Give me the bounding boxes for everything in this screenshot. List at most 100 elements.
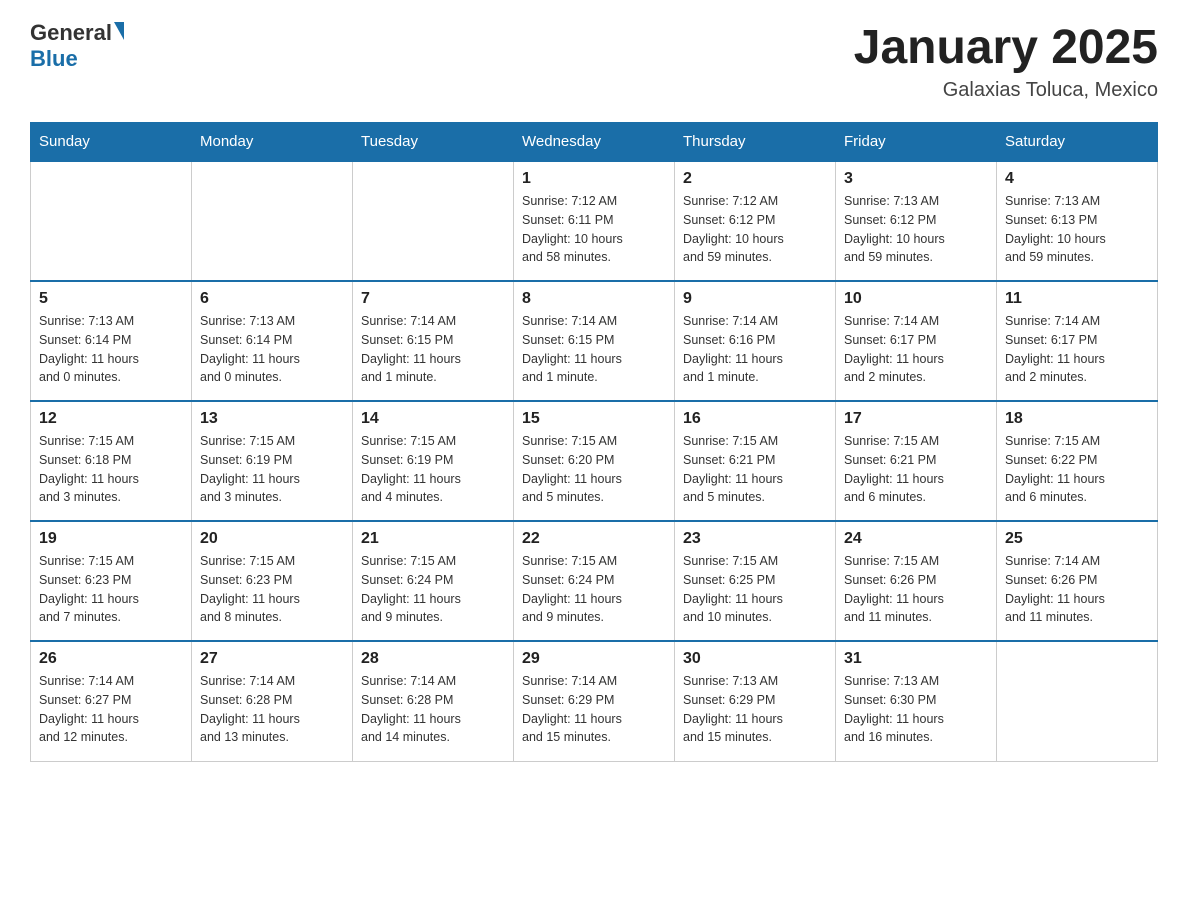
day-number: 8	[522, 290, 666, 308]
calendar-day-cell: 28Sunrise: 7:14 AM Sunset: 6:28 PM Dayli…	[353, 641, 514, 761]
calendar-day-cell: 14 Sunrise: 7:15 AM Sunset: 6:19 PM Dayli…	[353, 401, 514, 521]
month-title: January 2025	[854, 20, 1158, 75]
day-number: 26	[39, 650, 183, 668]
day-info: Sunrise: 7:14 AM Sunset: 6:15 PM Dayligh…	[361, 312, 505, 387]
day-number: 18	[1005, 410, 1149, 428]
day-number: 20	[200, 530, 344, 548]
weekday-header-tuesday: Tuesday	[353, 123, 514, 162]
day-number: 14	[361, 410, 505, 428]
weekday-header-wednesday: Wednesday	[514, 123, 675, 162]
calendar-day-cell	[997, 641, 1158, 761]
calendar-day-cell: 18 Sunrise: 7:15 AM Sunset: 6:22 PM Dayli…	[997, 401, 1158, 521]
day-number: 28	[361, 650, 505, 668]
day-info: Sunrise: 7:12 AM Sunset: 6:11 PM Dayligh…	[522, 192, 666, 267]
calendar-day-cell: 15 Sunrise: 7:15 AM Sunset: 6:20 PM Dayli…	[514, 401, 675, 521]
day-info: Sunrise: 7:14 AM Sunset: 6:17 PM Dayligh…	[844, 312, 988, 387]
day-info: Sunrise: 7:13 AM Sunset: 6:14 PM Dayligh…	[39, 312, 183, 387]
day-info: Sunrise: 7:14 AM Sunset: 6:28 PM Dayligh…	[200, 672, 344, 747]
day-info: Sunrise: 7:14 AM Sunset: 6:16 PM Dayligh…	[683, 312, 827, 387]
day-number: 31	[844, 650, 988, 668]
day-number: 9	[683, 290, 827, 308]
day-number: 5	[39, 290, 183, 308]
day-info: Sunrise: 7:15 AM Sunset: 6:19 PM Dayligh…	[200, 432, 344, 507]
day-info: Sunrise: 7:14 AM Sunset: 6:17 PM Dayligh…	[1005, 312, 1149, 387]
day-info: Sunrise: 7:13 AM Sunset: 6:13 PM Dayligh…	[1005, 192, 1149, 267]
calendar-day-cell: 31 Sunrise: 7:13 AM Sunset: 6:30 PM Dayli…	[836, 641, 997, 761]
calendar-day-cell: 19Sunrise: 7:15 AM Sunset: 6:23 PM Dayli…	[31, 521, 192, 641]
logo-blue-text: Blue	[30, 46, 78, 72]
day-number: 6	[200, 290, 344, 308]
calendar-day-cell: 17 Sunrise: 7:15 AM Sunset: 6:21 PM Dayli…	[836, 401, 997, 521]
day-number: 17	[844, 410, 988, 428]
calendar-day-cell: 2 Sunrise: 7:12 AM Sunset: 6:12 PM Daylig…	[675, 161, 836, 281]
day-info: Sunrise: 7:15 AM Sunset: 6:21 PM Dayligh…	[844, 432, 988, 507]
day-number: 2	[683, 170, 827, 188]
day-info: Sunrise: 7:13 AM Sunset: 6:14 PM Dayligh…	[200, 312, 344, 387]
day-info: Sunrise: 7:15 AM Sunset: 6:21 PM Dayligh…	[683, 432, 827, 507]
calendar-day-cell	[192, 161, 353, 281]
day-number: 24	[844, 530, 988, 548]
day-number: 3	[844, 170, 988, 188]
calendar-day-cell: 7 Sunrise: 7:14 AM Sunset: 6:15 PM Daylig…	[353, 281, 514, 401]
day-info: Sunrise: 7:14 AM Sunset: 6:27 PM Dayligh…	[39, 672, 183, 747]
calendar-day-cell: 24 Sunrise: 7:15 AM Sunset: 6:26 PM Dayli…	[836, 521, 997, 641]
day-info: Sunrise: 7:15 AM Sunset: 6:26 PM Dayligh…	[844, 552, 988, 627]
logo-triangle-icon	[114, 22, 124, 40]
day-number: 7	[361, 290, 505, 308]
day-info: Sunrise: 7:15 AM Sunset: 6:19 PM Dayligh…	[361, 432, 505, 507]
day-number: 25	[1005, 530, 1149, 548]
calendar-week-row: 12 Sunrise: 7:15 AM Sunset: 6:18 PM Dayli…	[31, 401, 1158, 521]
calendar-day-cell: 16 Sunrise: 7:15 AM Sunset: 6:21 PM Dayli…	[675, 401, 836, 521]
logo-general-text: General	[30, 20, 112, 46]
day-number: 10	[844, 290, 988, 308]
day-number: 27	[200, 650, 344, 668]
day-number: 11	[1005, 290, 1149, 308]
calendar-table: SundayMondayTuesdayWednesdayThursdayFrid…	[30, 122, 1158, 762]
day-info: Sunrise: 7:15 AM Sunset: 6:18 PM Dayligh…	[39, 432, 183, 507]
calendar-day-cell: 29Sunrise: 7:14 AM Sunset: 6:29 PM Dayli…	[514, 641, 675, 761]
day-number: 21	[361, 530, 505, 548]
day-info: Sunrise: 7:14 AM Sunset: 6:26 PM Dayligh…	[1005, 552, 1149, 627]
weekday-header-sunday: Sunday	[31, 123, 192, 162]
calendar-day-cell: 9 Sunrise: 7:14 AM Sunset: 6:16 PM Daylig…	[675, 281, 836, 401]
page-header: General Blue January 2025 Galaxias Toluc…	[30, 20, 1158, 102]
location-text: Galaxias Toluca, Mexico	[854, 79, 1158, 102]
day-info: Sunrise: 7:14 AM Sunset: 6:15 PM Dayligh…	[522, 312, 666, 387]
calendar-day-cell: 13Sunrise: 7:15 AM Sunset: 6:19 PM Dayli…	[192, 401, 353, 521]
day-number: 15	[522, 410, 666, 428]
day-info: Sunrise: 7:12 AM Sunset: 6:12 PM Dayligh…	[683, 192, 827, 267]
day-number: 4	[1005, 170, 1149, 188]
day-number: 16	[683, 410, 827, 428]
day-number: 22	[522, 530, 666, 548]
title-section: January 2025 Galaxias Toluca, Mexico	[854, 20, 1158, 102]
calendar-day-cell: 23 Sunrise: 7:15 AM Sunset: 6:25 PM Dayli…	[675, 521, 836, 641]
day-info: Sunrise: 7:15 AM Sunset: 6:25 PM Dayligh…	[683, 552, 827, 627]
calendar-day-cell: 4 Sunrise: 7:13 AM Sunset: 6:13 PM Daylig…	[997, 161, 1158, 281]
calendar-day-cell: 20 Sunrise: 7:15 AM Sunset: 6:23 PM Dayli…	[192, 521, 353, 641]
day-number: 12	[39, 410, 183, 428]
day-number: 19	[39, 530, 183, 548]
day-number: 23	[683, 530, 827, 548]
weekday-header-saturday: Saturday	[997, 123, 1158, 162]
weekday-header-thursday: Thursday	[675, 123, 836, 162]
calendar-day-cell	[31, 161, 192, 281]
weekday-header-friday: Friday	[836, 123, 997, 162]
calendar-day-cell: 30Sunrise: 7:13 AM Sunset: 6:29 PM Dayli…	[675, 641, 836, 761]
calendar-day-cell: 3 Sunrise: 7:13 AM Sunset: 6:12 PM Daylig…	[836, 161, 997, 281]
calendar-day-cell: 12 Sunrise: 7:15 AM Sunset: 6:18 PM Dayli…	[31, 401, 192, 521]
day-info: Sunrise: 7:15 AM Sunset: 6:22 PM Dayligh…	[1005, 432, 1149, 507]
calendar-header-row: SundayMondayTuesdayWednesdayThursdayFrid…	[31, 123, 1158, 162]
day-info: Sunrise: 7:13 AM Sunset: 6:12 PM Dayligh…	[844, 192, 988, 267]
calendar-week-row: 1Sunrise: 7:12 AM Sunset: 6:11 PM Daylig…	[31, 161, 1158, 281]
day-info: Sunrise: 7:13 AM Sunset: 6:30 PM Dayligh…	[844, 672, 988, 747]
calendar-day-cell: 25 Sunrise: 7:14 AM Sunset: 6:26 PM Dayli…	[997, 521, 1158, 641]
day-info: Sunrise: 7:14 AM Sunset: 6:29 PM Dayligh…	[522, 672, 666, 747]
calendar-day-cell: 10 Sunrise: 7:14 AM Sunset: 6:17 PM Dayli…	[836, 281, 997, 401]
day-info: Sunrise: 7:15 AM Sunset: 6:23 PM Dayligh…	[200, 552, 344, 627]
calendar-week-row: 5 Sunrise: 7:13 AM Sunset: 6:14 PM Daylig…	[31, 281, 1158, 401]
calendar-week-row: 26 Sunrise: 7:14 AM Sunset: 6:27 PM Dayli…	[31, 641, 1158, 761]
day-info: Sunrise: 7:15 AM Sunset: 6:20 PM Dayligh…	[522, 432, 666, 507]
calendar-day-cell: 11 Sunrise: 7:14 AM Sunset: 6:17 PM Dayli…	[997, 281, 1158, 401]
calendar-day-cell: 6 Sunrise: 7:13 AM Sunset: 6:14 PM Daylig…	[192, 281, 353, 401]
day-info: Sunrise: 7:13 AM Sunset: 6:29 PM Dayligh…	[683, 672, 827, 747]
